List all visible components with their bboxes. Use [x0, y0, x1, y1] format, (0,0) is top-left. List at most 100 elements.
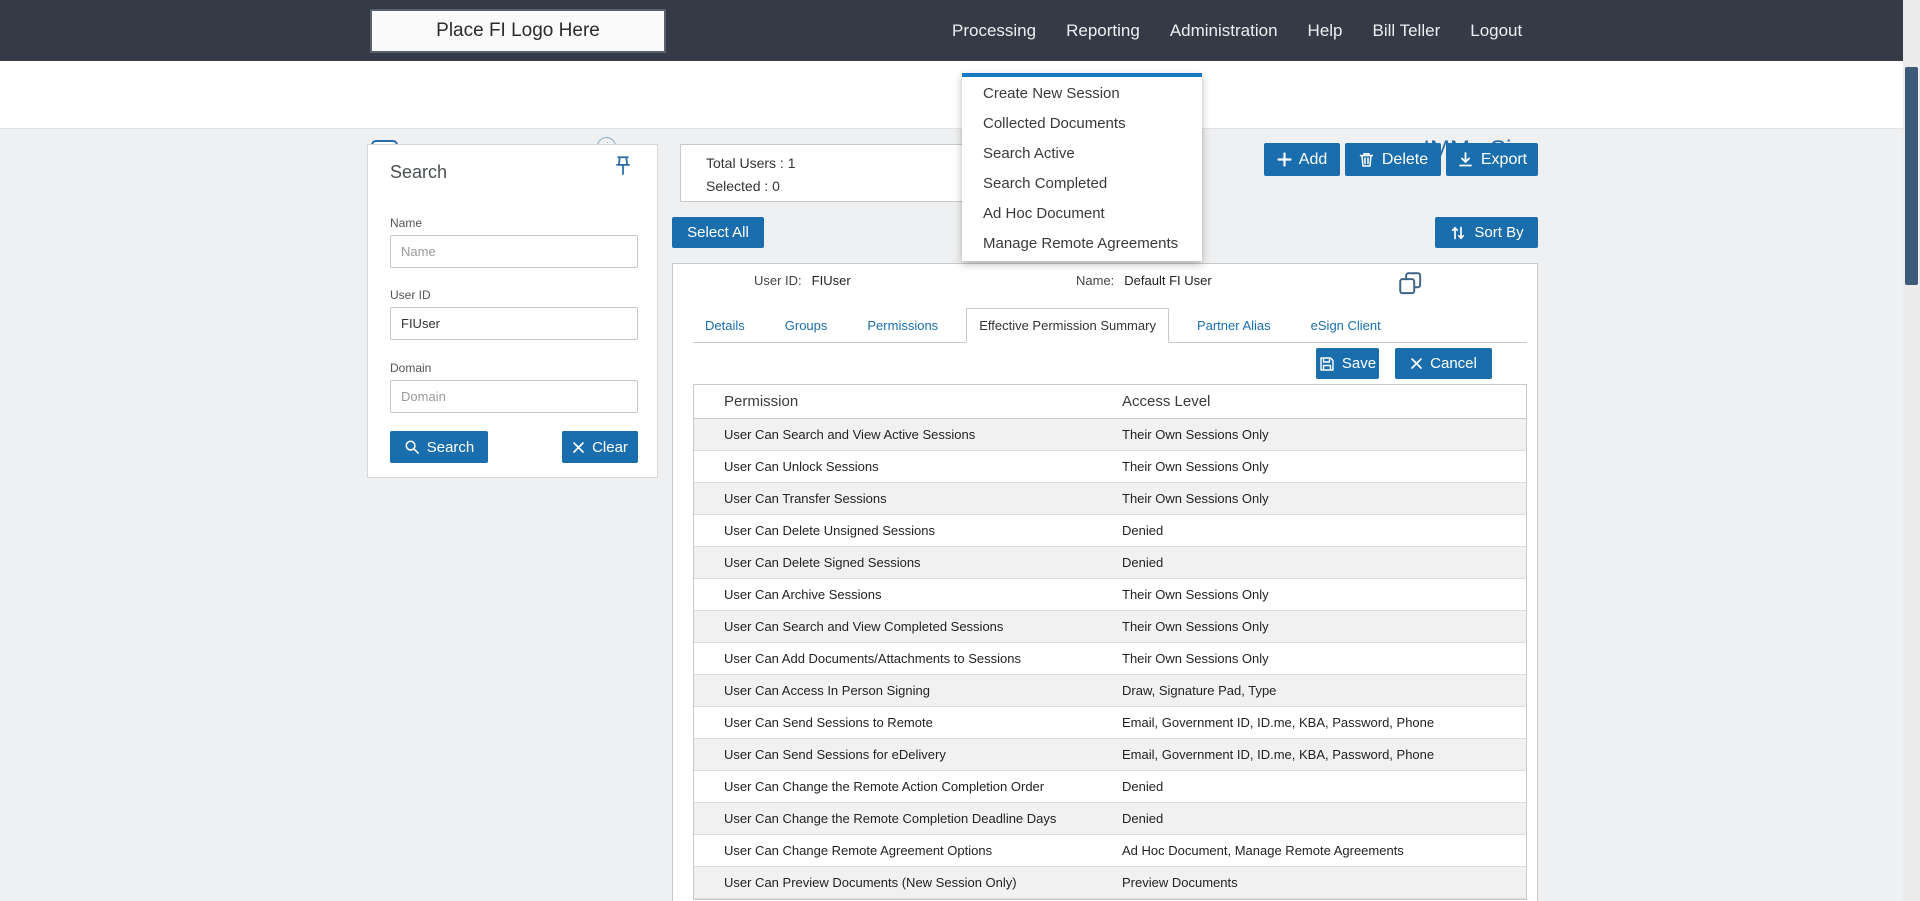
access-level-cell: Their Own Sessions Only: [1122, 459, 1269, 474]
add-button[interactable]: Add: [1264, 143, 1340, 176]
name-label: Name: [390, 216, 423, 230]
access-level-cell: Draw, Signature Pad, Type: [1122, 683, 1277, 698]
access-level-cell: Their Own Sessions Only: [1122, 491, 1269, 506]
permission-cell: User Can Send Sessions to Remote: [724, 715, 933, 730]
delete-button[interactable]: Delete: [1345, 143, 1441, 176]
permission-cell: User Can Preview Documents (New Session …: [724, 875, 1017, 890]
clear-button-label: Clear: [592, 438, 628, 456]
domain-label: Domain: [390, 361, 432, 375]
trash-icon: [1358, 151, 1375, 168]
selected-count-text: Selected : 0: [706, 178, 780, 194]
clear-icon: [572, 441, 585, 454]
nav-item[interactable]: Reporting: [1066, 21, 1140, 41]
permissions-table: Permission Access Level User Can Search …: [693, 384, 1527, 900]
export-button[interactable]: Export: [1446, 143, 1538, 176]
table-row: User Can Transfer Sessions Their Own Ses…: [694, 483, 1526, 515]
search-panel-title: Search: [390, 162, 448, 182]
access-level-column-header: Access Level: [1122, 393, 1211, 410]
add-button-label: Add: [1298, 150, 1328, 168]
export-button-label: Export: [1480, 150, 1528, 168]
access-level-cell: Email, Government ID, ID.me, KBA, Passwo…: [1122, 747, 1435, 762]
access-level-cell: Their Own Sessions Only: [1122, 619, 1269, 634]
permission-cell: User Can Change the Remote Action Comple…: [724, 779, 1045, 794]
permission-cell: User Can Unlock Sessions: [724, 459, 879, 474]
user-detail-card: User ID: FIUser Name: Default FI User De…: [672, 263, 1538, 901]
card-name-label: Name:: [1076, 273, 1115, 288]
cancel-icon: [1410, 357, 1423, 370]
card-user-id-label: User ID:: [754, 273, 802, 288]
tab[interactable]: Details: [693, 309, 757, 342]
permission-cell: User Can Search and View Completed Sessi…: [724, 619, 1004, 634]
access-level-cell: Preview Documents: [1122, 875, 1238, 890]
table-row: User Can Change the Remote Action Comple…: [694, 771, 1526, 803]
save-icon: [1319, 356, 1335, 372]
nav-item[interactable]: Bill Teller: [1373, 21, 1441, 41]
name-input[interactable]: [390, 235, 638, 268]
search-icon: [404, 439, 420, 455]
total-users-text: Total Users : 1: [706, 155, 796, 171]
card-user-id-value: FIUser: [811, 273, 851, 288]
user-id-input[interactable]: [390, 307, 638, 340]
permission-cell: User Can Delete Signed Sessions: [724, 555, 921, 570]
tab[interactable]: Permissions: [855, 309, 950, 342]
permission-cell: User Can Send Sessions for eDelivery: [724, 747, 946, 762]
permission-cell: User Can Delete Unsigned Sessions: [724, 523, 935, 538]
user-id-row: User ID: FIUser: [754, 273, 851, 288]
pin-icon[interactable]: [611, 154, 635, 178]
access-level-cell: Email, Government ID, ID.me, KBA, Passwo…: [1122, 715, 1435, 730]
access-level-cell: Denied: [1122, 555, 1164, 570]
access-level-cell: Denied: [1122, 523, 1164, 538]
select-all-button[interactable]: Select All: [672, 217, 764, 248]
cancel-button-label: Cancel: [1430, 355, 1477, 372]
clear-button[interactable]: Clear: [562, 431, 638, 463]
nav-item[interactable]: Administration: [1170, 21, 1278, 41]
select-all-label: Select All: [687, 224, 749, 241]
save-button[interactable]: Save: [1316, 348, 1379, 379]
nav-item[interactable]: Help: [1308, 21, 1343, 41]
access-level-cell: Denied: [1122, 779, 1164, 794]
menu-item[interactable]: Ad Hoc Document: [962, 199, 1202, 229]
menu-item[interactable]: Create New Session: [962, 79, 1202, 109]
permission-cell: User Can Change Remote Agreement Options: [724, 843, 993, 858]
cancel-button[interactable]: Cancel: [1395, 348, 1492, 379]
tab[interactable]: eSign Client: [1299, 309, 1393, 342]
access-level-cell: Their Own Sessions Only: [1122, 651, 1269, 666]
table-row: User Can Send Sessions for eDelivery Ema…: [694, 739, 1526, 771]
table-row: User Can Archive Sessions Their Own Sess…: [694, 579, 1526, 611]
access-level-cell: Their Own Sessions Only: [1122, 427, 1269, 442]
search-button[interactable]: Search: [390, 431, 488, 463]
table-row: User Can Change Remote Agreement Options…: [694, 835, 1526, 867]
menu-item[interactable]: Manage Remote Agreements: [962, 229, 1202, 259]
delete-button-label: Delete: [1381, 150, 1429, 168]
search-button-label: Search: [426, 438, 475, 456]
table-row: User Can Search and View Completed Sessi…: [694, 611, 1526, 643]
fi-logo-placeholder: Place FI Logo Here: [370, 9, 666, 53]
download-icon: [1457, 151, 1474, 168]
processing-dropdown-menu: Create New Session Collected Documents Sea…: [962, 73, 1202, 261]
nav-item[interactable]: Processing: [952, 21, 1036, 41]
tab[interactable]: Effective Permission Summary: [966, 308, 1169, 343]
menu-item[interactable]: Collected Documents: [962, 109, 1202, 139]
tab[interactable]: Partner Alias: [1185, 309, 1283, 342]
copy-icon[interactable]: [1397, 270, 1425, 298]
menu-item[interactable]: Search Active: [962, 139, 1202, 169]
scrollbar-thumb[interactable]: [1905, 67, 1918, 285]
access-level-cell: Denied: [1122, 811, 1164, 826]
plus-icon: [1277, 152, 1292, 167]
table-row: User Can Send Sessions to Remote Email, …: [694, 707, 1526, 739]
sort-by-label: Sort By: [1474, 224, 1524, 241]
menu-item[interactable]: Search Completed: [962, 169, 1202, 199]
search-panel: Search Name User ID Domain Search Clear: [367, 144, 658, 478]
main-nav: Processing Reporting Administration Help Bil…: [952, 0, 1522, 61]
nav-item[interactable]: Logout: [1470, 21, 1522, 41]
sort-by-button[interactable]: Sort By: [1435, 217, 1538, 248]
card-name-value: Default FI User: [1124, 273, 1212, 288]
access-level-cell: Their Own Sessions Only: [1122, 587, 1269, 602]
tab[interactable]: Groups: [773, 309, 840, 342]
table-row: User Can Unlock Sessions Their Own Sessi…: [694, 451, 1526, 483]
vertical-scrollbar[interactable]: [1903, 0, 1920, 901]
table-header-row: Permission Access Level: [694, 385, 1526, 419]
domain-input[interactable]: [390, 380, 638, 413]
table-row: User Can Access In Person Signing Draw, …: [694, 675, 1526, 707]
table-row: User Can Preview Documents (New Session …: [694, 867, 1526, 899]
